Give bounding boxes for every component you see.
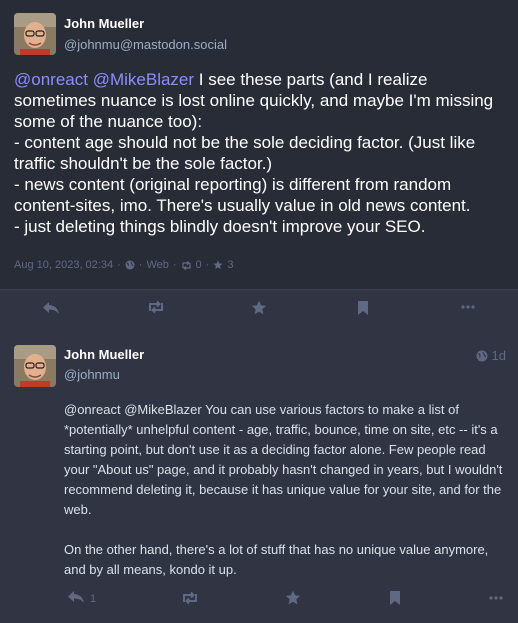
post-age[interactable]: 1d bbox=[476, 348, 506, 363]
bookmark-icon bbox=[358, 301, 368, 315]
action-bar bbox=[0, 289, 518, 332]
post-line: - just deleting things blindly doesn't i… bbox=[14, 217, 426, 236]
boost-icon bbox=[181, 260, 192, 270]
star-icon bbox=[251, 300, 267, 315]
star-icon bbox=[213, 260, 223, 270]
boost-button[interactable] bbox=[147, 300, 165, 314]
boost-icon bbox=[149, 300, 163, 314]
mention-link[interactable]: @onreact bbox=[64, 402, 121, 417]
reply-text: You can use various factors to make a li… bbox=[64, 402, 503, 517]
separator: · bbox=[172, 259, 177, 271]
main-post: John Mueller @johnmu@mastodon.social @on… bbox=[0, 0, 518, 289]
age-label: 1d bbox=[491, 348, 506, 363]
author-handle[interactable]: @johnmu bbox=[64, 367, 120, 382]
reply-paragraph: @onreact @MikeBlazer You can use various… bbox=[64, 400, 504, 520]
more-button[interactable] bbox=[461, 305, 475, 309]
author-handle[interactable]: @johnmu@mastodon.social bbox=[64, 37, 227, 52]
favourite-button[interactable] bbox=[285, 590, 301, 606]
bookmark-icon bbox=[390, 591, 400, 605]
post-line: - news content (original reporting) is d… bbox=[14, 175, 471, 215]
post-content: @onreact @MikeBlazer I see these parts (… bbox=[14, 69, 510, 237]
more-button[interactable] bbox=[489, 596, 503, 600]
bookmark-button[interactable] bbox=[389, 590, 401, 606]
mention-link[interactable]: @MikeBlazer bbox=[93, 70, 194, 89]
reply-button[interactable] bbox=[67, 589, 85, 605]
boost-button[interactable] bbox=[181, 591, 199, 605]
separator: · bbox=[205, 259, 210, 271]
post-meta: Aug 10, 2023, 02:34 · · Web · 0 · 3 bbox=[14, 259, 233, 271]
post-line: - content age should not be the sole dec… bbox=[14, 133, 476, 173]
avatar[interactable] bbox=[14, 345, 56, 387]
author-name[interactable]: John Mueller bbox=[64, 347, 144, 362]
avatar[interactable] bbox=[14, 13, 56, 55]
reply-icon bbox=[68, 591, 84, 603]
more-icon bbox=[489, 596, 503, 600]
reply-paragraph: On the other hand, there's a lot of stuf… bbox=[64, 542, 489, 577]
reply-icon bbox=[43, 302, 59, 314]
reply-post: John Mueller @johnmu 1d @onreact @MikeBl… bbox=[0, 331, 518, 623]
post-date[interactable]: Aug 10, 2023, 02:34 bbox=[14, 259, 113, 271]
favourite-button[interactable] bbox=[251, 300, 267, 316]
reply-count: 1 bbox=[90, 593, 97, 605]
post-paragraph: @onreact @MikeBlazer I see these parts (… bbox=[14, 69, 510, 132]
star-icon bbox=[285, 590, 301, 605]
more-icon bbox=[461, 305, 475, 309]
reply-content: @onreact @MikeBlazer You can use various… bbox=[64, 400, 504, 600]
separator: · bbox=[117, 259, 121, 271]
favourite-count: 3 bbox=[227, 259, 234, 271]
reply-button[interactable] bbox=[42, 300, 60, 316]
post-app: Web bbox=[146, 259, 169, 271]
author-name[interactable]: John Mueller bbox=[64, 16, 144, 31]
globe-icon bbox=[476, 350, 488, 362]
separator: · bbox=[138, 259, 143, 271]
mention-link[interactable]: @onreact bbox=[14, 70, 88, 89]
mention-link[interactable]: @MikeBlazer bbox=[124, 402, 202, 417]
boost-icon bbox=[183, 591, 197, 605]
boost-count: 0 bbox=[195, 259, 202, 271]
bookmark-button[interactable] bbox=[357, 300, 369, 316]
globe-icon bbox=[125, 260, 135, 270]
